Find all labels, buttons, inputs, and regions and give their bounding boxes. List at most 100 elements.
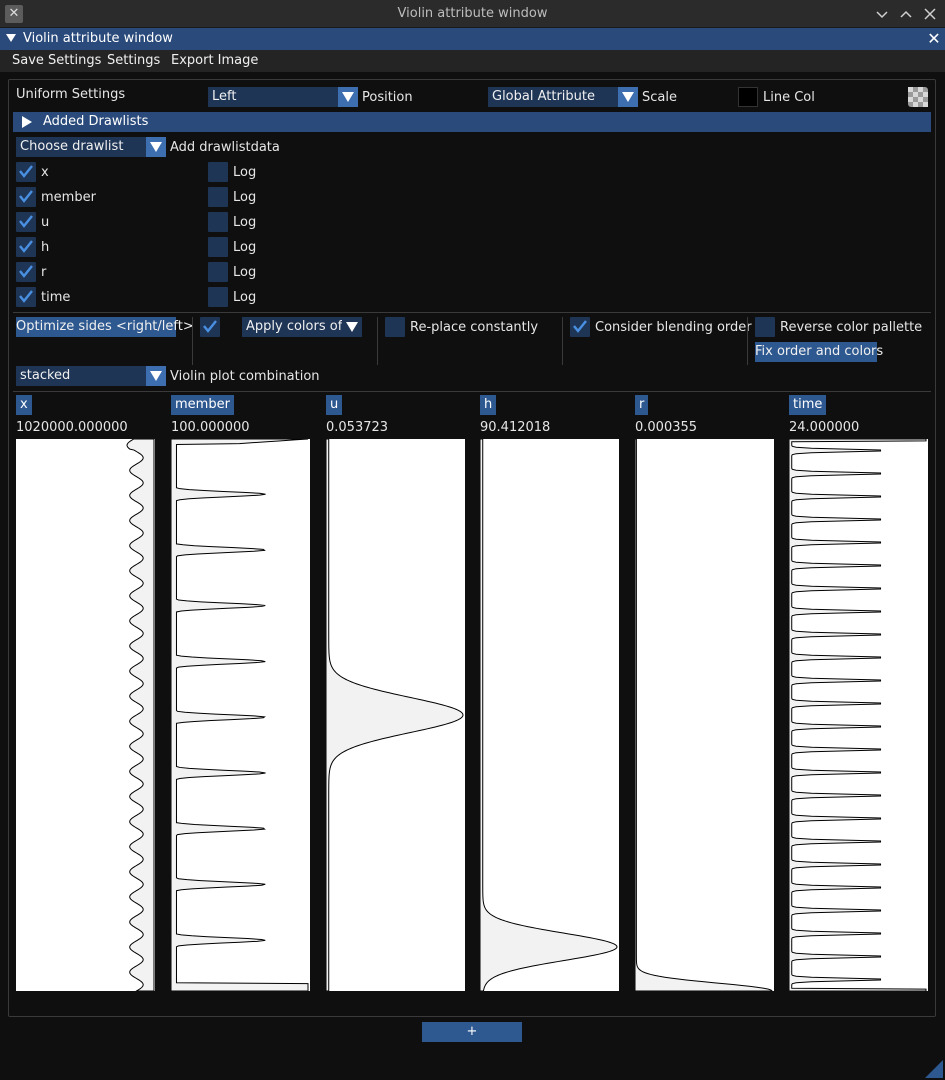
fix-order-button[interactable]: Fix order and colors: [755, 342, 883, 362]
added-drawlists-label: Added Drawlists: [43, 114, 149, 129]
os-window-title: Violin attribute window: [397, 6, 548, 21]
imgui-window-titlebar[interactable]: Violin attribute window ✕: [0, 28, 945, 50]
os-close-icon[interactable]: [921, 4, 939, 24]
log-checkbox[interactable]: [208, 237, 228, 257]
log-checkbox[interactable]: [208, 187, 228, 207]
violin-plot-area[interactable]: [16, 438, 155, 992]
attribute-checkbox[interactable]: [16, 162, 36, 182]
violin-plot-area[interactable]: [479, 438, 619, 992]
log-label: Log: [233, 290, 257, 305]
chevron-down-icon[interactable]: [146, 366, 166, 386]
checkmark-icon: [203, 320, 217, 333]
checkmark-icon: [19, 165, 33, 178]
attribute-checkbox[interactable]: [16, 237, 36, 257]
maximize-icon[interactable]: [897, 4, 915, 24]
divider: [747, 317, 748, 365]
plot-max-value: 90.412018: [480, 420, 551, 435]
consider-blending-checkbox[interactable]: [570, 317, 590, 337]
attribute-checkbox[interactable]: [16, 262, 36, 282]
plot-attribute-button[interactable]: u: [326, 395, 343, 415]
plot-attribute-button[interactable]: member: [171, 395, 234, 415]
plot-attribute-button[interactable]: x: [16, 395, 32, 415]
line-color-swatch[interactable]: [738, 87, 758, 107]
violin-outline: [126, 438, 155, 992]
attribute-checkbox[interactable]: [16, 187, 36, 207]
menu-save-settings[interactable]: Save Settings: [12, 53, 101, 68]
added-drawlists-header[interactable]: Added Drawlists: [13, 112, 931, 132]
choose-drawlist-combo[interactable]: Choose drawlist: [16, 137, 166, 157]
violin-shape: [479, 438, 618, 992]
line-col-label: Line Col: [763, 90, 815, 105]
consider-blending-label: Consider blending order: [595, 320, 752, 335]
resize-grip-icon[interactable]: [925, 1060, 943, 1078]
log-checkbox[interactable]: [208, 162, 228, 182]
checkmark-icon: [19, 215, 33, 228]
log-label: Log: [233, 215, 257, 230]
uniform-settings-label: Uniform Settings: [16, 87, 126, 102]
combination-combo[interactable]: stacked: [16, 366, 166, 386]
plot-attribute-button[interactable]: h: [480, 395, 497, 415]
violin-shape: [126, 438, 155, 992]
apply-colors-value: Apply colors of D: [246, 319, 344, 334]
reverse-palette-label: Reverse color pallette: [780, 320, 923, 335]
menu-export-image[interactable]: Export Image: [171, 53, 258, 68]
chevron-down-icon[interactable]: [338, 87, 358, 107]
apply-colors-combo[interactable]: Apply colors of D: [242, 317, 362, 337]
replace-constantly-checkbox[interactable]: [385, 317, 405, 337]
attribute-name: member: [41, 190, 96, 205]
add-drawlistdata-label: Add drawlistdata: [170, 140, 280, 155]
checkmark-icon: [573, 320, 587, 333]
plot-max-value: 100.000000: [171, 420, 250, 435]
attribute-checkbox[interactable]: [16, 212, 36, 232]
chevron-down-icon[interactable]: [342, 317, 362, 337]
chevron-down-icon[interactable]: [618, 87, 638, 107]
scale-combo-value: Global Attribute: [492, 89, 596, 104]
os-titlebar: ✕ Violin attribute window: [0, 0, 945, 28]
minimize-icon[interactable]: [873, 4, 891, 24]
choose-drawlist-value: Choose drawlist: [20, 139, 124, 154]
plot-max-value: 1020000.000000: [16, 420, 128, 435]
checkmark-icon: [19, 265, 33, 278]
violin-shape: [788, 438, 927, 992]
plot-max-value: 0.053723: [326, 420, 389, 435]
log-label: Log: [233, 265, 257, 280]
violin-outline: [479, 438, 618, 992]
divider: [13, 312, 931, 313]
scale-combo[interactable]: Global Attribute: [488, 87, 638, 107]
collapse-icon[interactable]: [6, 32, 16, 44]
violin-plot-area[interactable]: [170, 438, 310, 992]
chevron-down-icon[interactable]: [146, 137, 166, 157]
violin-plot-area[interactable]: [788, 438, 928, 992]
menu-bar: Save Settings Settings Export Image: [0, 50, 945, 72]
plot-max-value: 24.000000: [789, 420, 860, 435]
violin-plot-area[interactable]: [634, 438, 774, 992]
log-checkbox[interactable]: [208, 287, 228, 307]
checkmark-icon: [19, 190, 33, 203]
violin-shape: [634, 438, 774, 992]
log-checkbox[interactable]: [208, 212, 228, 232]
log-checkbox[interactable]: [208, 262, 228, 282]
log-label: Log: [233, 190, 257, 205]
plot-attribute-button[interactable]: time: [789, 395, 827, 415]
alpha-checker-icon[interactable]: [908, 87, 928, 107]
expand-icon: [22, 116, 32, 128]
plot-attribute-button[interactable]: r: [635, 395, 649, 415]
menu-settings[interactable]: Settings: [107, 53, 160, 68]
divider: [13, 391, 931, 392]
add-plot-button[interactable]: +: [422, 1022, 522, 1042]
attribute-name: time: [41, 290, 71, 305]
attribute-checkbox[interactable]: [16, 287, 36, 307]
reverse-palette-checkbox[interactable]: [755, 317, 775, 337]
apply-colors-checkbox[interactable]: [200, 317, 220, 337]
violin-outline: [634, 438, 774, 992]
replace-constantly-label: Re-place constantly: [410, 320, 539, 335]
imgui-close-icon[interactable]: ✕: [924, 29, 944, 49]
position-combo[interactable]: Left: [208, 87, 358, 107]
violin-plot-area[interactable]: [325, 438, 465, 992]
divider: [562, 317, 563, 365]
violin-outline: [170, 438, 309, 992]
divider: [192, 317, 193, 365]
optimize-sides-button[interactable]: Optimize sides <right/left>: [16, 317, 194, 337]
position-label: Position: [362, 90, 413, 105]
divider: [377, 317, 378, 365]
